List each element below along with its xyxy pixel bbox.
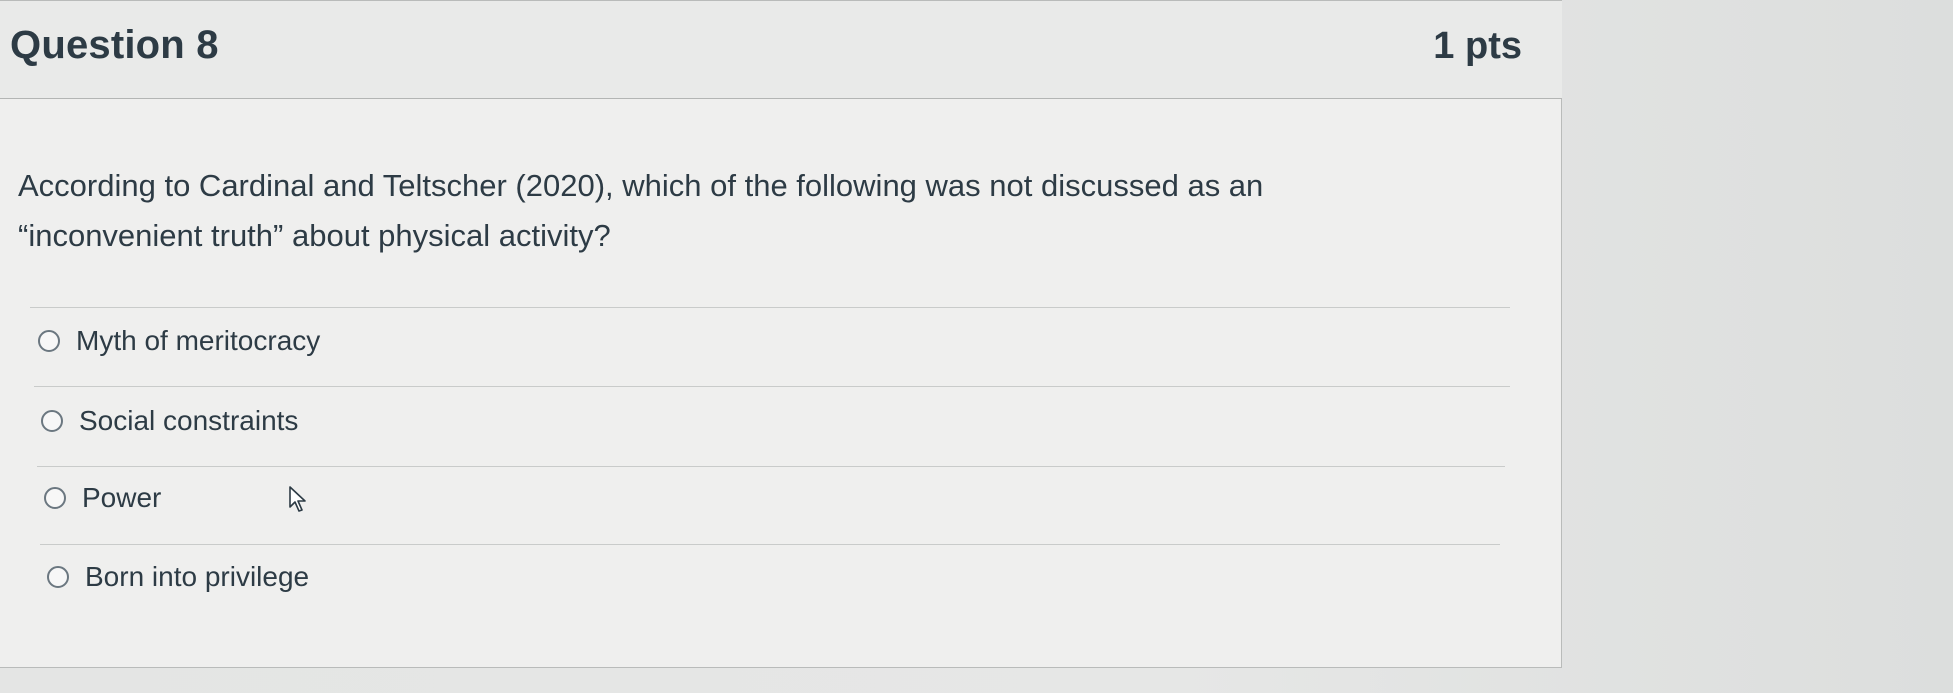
radio-button-icon[interactable] (38, 330, 60, 352)
answer-divider (34, 386, 1510, 387)
radio-button-icon[interactable] (44, 487, 66, 509)
answer-label[interactable]: Power (82, 482, 161, 514)
answer-divider (30, 307, 1510, 308)
answer-option-4[interactable]: Born into privilege (47, 557, 309, 597)
radio-button-icon[interactable] (47, 566, 69, 588)
question-text: According to Cardinal and Teltscher (202… (18, 168, 1264, 253)
question-header: Question 8 1 pts (0, 1, 1562, 99)
radio-button-icon[interactable] (41, 410, 63, 432)
question-title: Question 8 (10, 23, 219, 67)
question-card: Question 8 1 pts According to Cardinal a… (0, 0, 1562, 668)
mouse-pointer-icon (289, 486, 306, 512)
answer-divider (40, 544, 1500, 545)
answer-label[interactable]: Myth of meritocracy (76, 325, 320, 357)
answer-label[interactable]: Social constraints (79, 405, 298, 437)
answer-label[interactable]: Born into privilege (85, 561, 309, 593)
answer-option-1[interactable]: Myth of meritocracy (38, 321, 320, 361)
answer-option-3[interactable]: Power (44, 478, 161, 518)
answer-option-2[interactable]: Social constraints (41, 401, 298, 441)
question-points: 1 pts (1433, 25, 1522, 67)
answer-divider (37, 466, 1505, 467)
